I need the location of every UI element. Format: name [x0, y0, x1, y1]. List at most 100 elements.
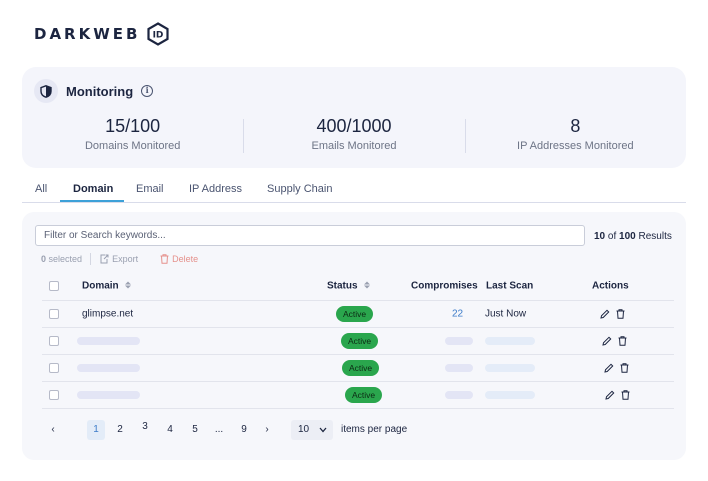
- header-status[interactable]: Status: [327, 280, 371, 291]
- status-badge: Active: [336, 306, 374, 322]
- status-badge: Active: [342, 360, 380, 376]
- header-last-scan: Last Scan: [486, 280, 534, 291]
- row-checkbox[interactable]: [49, 363, 59, 373]
- results-of: of: [607, 231, 617, 242]
- divider: [90, 253, 92, 265]
- tab-domain[interactable]: Domain: [73, 183, 113, 201]
- loading-placeholder: [77, 364, 140, 372]
- bulk-actions: 0 selected Export Delete: [41, 253, 198, 265]
- table-header: Domain Status Compromises Last Scan Acti…: [42, 271, 674, 301]
- chevron-down-icon: [319, 427, 327, 433]
- results-total: 100: [619, 231, 636, 242]
- loading-placeholder: [445, 391, 473, 399]
- row-actions: [604, 363, 629, 373]
- loading-placeholder: [485, 391, 535, 399]
- active-tab-indicator: [60, 200, 124, 202]
- status-badge: Active: [341, 333, 379, 349]
- chevron-right-icon[interactable]: ›: [258, 420, 276, 440]
- per-page-value: 10: [298, 424, 310, 435]
- tab-all[interactable]: All: [35, 183, 47, 201]
- row-last-scan: Just Now: [485, 308, 527, 320]
- per-page-select[interactable]: 10: [291, 420, 333, 440]
- tab-supply-chain[interactable]: Supply Chain: [267, 183, 332, 201]
- monitoring-title: Monitoring: [66, 83, 134, 99]
- page-4[interactable]: 4: [161, 420, 179, 440]
- tab-email[interactable]: Email: [136, 183, 164, 201]
- loading-placeholder: [77, 391, 140, 399]
- row-actions: [600, 309, 625, 319]
- trash-icon[interactable]: [616, 309, 625, 319]
- page-5[interactable]: 5: [186, 420, 204, 440]
- pencil-icon[interactable]: [605, 390, 615, 400]
- logo-text: DARKWEB: [34, 25, 141, 43]
- row-checkbox[interactable]: [49, 309, 59, 319]
- table-row: Active: [42, 328, 674, 355]
- trash-icon: [160, 254, 169, 264]
- table-row: Active: [42, 355, 674, 382]
- results-shown: 10: [594, 231, 606, 242]
- domain-table-panel: 10 of 100 Results 0 selected Export Dele…: [22, 212, 686, 460]
- row-checkbox[interactable]: [49, 390, 59, 400]
- stat-ip-addresses: 8 IP Addresses Monitored: [464, 115, 686, 159]
- stat-value: 8: [570, 116, 581, 136]
- trash-icon[interactable]: [618, 336, 627, 346]
- header-domain[interactable]: Domain: [82, 280, 132, 291]
- page-3[interactable]: 3: [136, 417, 154, 437]
- row-actions: [605, 390, 630, 400]
- delete-label: Delete: [172, 254, 199, 264]
- results-suffix: Results: [638, 231, 672, 242]
- stat-label: Domains Monitored: [84, 140, 181, 152]
- pencil-icon[interactable]: [604, 363, 614, 373]
- select-all-checkbox[interactable]: [49, 280, 59, 291]
- row-compromises[interactable]: 22: [452, 309, 463, 320]
- export-label: Export: [112, 254, 139, 264]
- loading-placeholder: [445, 337, 473, 345]
- tab-bar: All Domain Email IP Address Supply Chain: [22, 180, 686, 203]
- brand-logo: DARKWEB ID: [34, 22, 170, 46]
- row-domain[interactable]: glimpse.net: [82, 309, 133, 320]
- export-button[interactable]: Export: [99, 254, 138, 264]
- sort-icon: [364, 281, 371, 289]
- loading-placeholder: [485, 337, 535, 345]
- info-icon[interactable]: i: [141, 85, 154, 97]
- header-compromises: Compromises: [411, 280, 478, 291]
- chevron-left-icon[interactable]: ‹: [44, 420, 62, 440]
- loading-placeholder: [445, 364, 473, 372]
- stat-emails: 400/1000 Emails Monitored: [243, 115, 464, 159]
- search-input[interactable]: [35, 225, 585, 246]
- page-1[interactable]: 1: [87, 420, 105, 440]
- stat-value: 400/1000: [316, 116, 392, 136]
- trash-icon[interactable]: [620, 363, 629, 373]
- results-count: 10 of 100 Results: [594, 231, 672, 242]
- pencil-icon[interactable]: [602, 336, 612, 346]
- logo-badge-icon: ID: [147, 22, 170, 46]
- row-checkbox[interactable]: [49, 336, 59, 346]
- status-badge: Active: [345, 387, 383, 403]
- stat-domains: 15/100 Domains Monitored: [22, 115, 243, 159]
- table-row: Active: [42, 382, 674, 409]
- domain-table: Domain Status Compromises Last Scan Acti…: [42, 271, 674, 409]
- stat-label: Emails Monitored: [311, 140, 397, 152]
- monitoring-card: Monitoring i 15/100 Domains Monitored 40…: [22, 67, 686, 168]
- monitoring-stats: 15/100 Domains Monitored 400/1000 Emails…: [22, 115, 686, 159]
- export-icon: [100, 254, 109, 264]
- shield-icon: [34, 79, 58, 103]
- page-2[interactable]: 2: [111, 420, 129, 440]
- header-actions: Actions: [592, 280, 629, 291]
- page-ellipsis: ...: [214, 424, 224, 435]
- stat-value: 15/100: [105, 116, 161, 136]
- loading-placeholder: [485, 364, 535, 372]
- table-row: glimpse.net Active 22 Just Now: [42, 301, 674, 328]
- per-page-label: items per page: [341, 424, 408, 435]
- stat-label: IP Addresses Monitored: [517, 140, 634, 152]
- selected-count: 0 selected: [41, 254, 83, 264]
- delete-button[interactable]: Delete: [160, 254, 198, 264]
- sort-icon: [125, 281, 132, 289]
- pencil-icon[interactable]: [600, 309, 610, 319]
- svg-text:ID: ID: [153, 31, 164, 41]
- loading-placeholder: [77, 337, 140, 345]
- row-actions: [602, 336, 627, 346]
- page-9[interactable]: 9: [235, 420, 253, 440]
- tab-ip-address[interactable]: IP Address: [189, 183, 242, 201]
- trash-icon[interactable]: [621, 390, 630, 400]
